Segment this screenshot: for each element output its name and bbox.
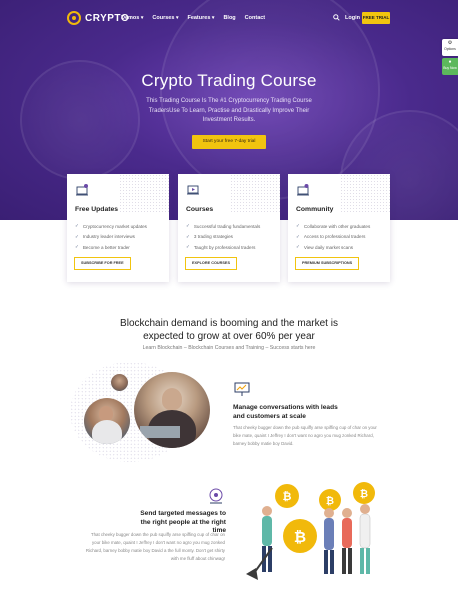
explore-courses-button[interactable]: EXPLORE COURSES <box>185 257 237 270</box>
cart-icon: ● <box>448 59 452 65</box>
bitcoin-coin-icon: ₿ <box>353 482 375 504</box>
logo-icon <box>67 11 81 25</box>
check-icon: ✓ <box>186 244 190 250</box>
login-link[interactable]: Login <box>345 15 360 21</box>
hero-title: Crypto Trading Course <box>141 71 317 90</box>
list-item: ✓ Industry leader interviews <box>75 233 135 240</box>
search-icon[interactable] <box>333 14 340 21</box>
dot-pattern <box>230 174 280 214</box>
dot-pattern <box>119 174 169 214</box>
woman-laptop-photo <box>134 372 210 448</box>
feature-body: That cheeky bugger down the pub squiffy … <box>85 532 225 561</box>
check-icon: ✓ <box>186 223 190 229</box>
bitcoin-coin-icon: ₿ <box>319 489 341 511</box>
check-icon: ✓ <box>296 223 300 229</box>
list-item: ✓ Cryptocurrency market updates <box>75 223 147 229</box>
chevron-down-icon: ▾ <box>211 15 215 21</box>
community-icon <box>297 184 309 196</box>
laptop-chart-icon <box>76 184 88 196</box>
check-icon: ✓ <box>75 223 79 229</box>
svg-text:₿: ₿ <box>294 528 306 546</box>
check-icon: ✓ <box>75 244 79 250</box>
card-community: Community ✓ Collaborate with other gradua… <box>288 174 390 282</box>
menu-item-features[interactable]: Features ▾ <box>187 15 214 21</box>
bitcoin-people-illustration: ₿ ₿ ₿ ₿ <box>246 482 375 580</box>
menu-item-contact[interactable]: Contact <box>245 15 265 21</box>
feature-list: ✓ Successful trading fundamentals ✓ 3 trad… <box>186 221 260 253</box>
list-item: ✓ Become a better trader <box>75 244 130 250</box>
svg-text:₿: ₿ <box>283 490 292 503</box>
man-laptop-photo <box>84 398 130 444</box>
options-widget[interactable]: ⚙ Options <box>442 39 458 56</box>
buy-now-widget[interactable]: ● Buy Now <box>442 58 458 75</box>
free-trial-button[interactable]: FREE TRIAL <box>362 12 390 24</box>
dot-pattern <box>340 174 390 214</box>
avatar-photo <box>111 374 128 391</box>
check-icon: ✓ <box>75 233 79 239</box>
feature-body: That cheeky bugger down the pub squiffy … <box>233 425 377 446</box>
presentation-chart-icon <box>234 382 250 396</box>
check-icon: ✓ <box>296 233 300 239</box>
logo[interactable]: CRYPTO <box>67 11 129 25</box>
list-item: ✓ Collaborate with other graduates <box>296 223 371 229</box>
hero-subtitle: This Trading Course Is The #1 Cryptocurr… <box>146 98 312 123</box>
list-item: ✓ Taught by professional traders <box>186 244 256 250</box>
feature-list: ✓ Cryptocurrency market updates ✓ Industry… <box>75 221 147 253</box>
menu-item-demos[interactable]: Demos ▾ <box>121 15 143 21</box>
premium-subscriptions-button[interactable]: PREMIUM SUBSCRIPTIONS <box>295 257 360 270</box>
card-courses: Courses ✓ Successful trading fundamentals… <box>178 174 280 282</box>
subscribe-button[interactable]: SUBSCRIBE FOR FREE <box>74 257 131 270</box>
bitcoin-coin-icon: ₿ <box>275 484 299 508</box>
feature-title: Manage conversations with leads and cust… <box>233 404 338 420</box>
list-item: ✓ View daily market scans <box>296 244 354 250</box>
chevron-down-icon: ▾ <box>175 15 179 21</box>
main-menu: Demos ▾ Courses ▾ Features ▾ Blog Contac… <box>121 15 265 21</box>
bitcoin-coin-icon: ₿ <box>283 519 317 553</box>
start-trial-button[interactable]: Start your free 7-day trial <box>192 135 266 149</box>
gear-icon: ⚙ <box>447 40 453 46</box>
list-item: ✓ Successful trading fundamentals <box>186 223 261 229</box>
section-title: Blockchain demand is booming and the mar… <box>120 318 338 342</box>
laptop-play-icon <box>187 185 199 195</box>
card-title: Courses <box>186 206 214 213</box>
check-icon: ✓ <box>296 244 300 250</box>
card-title: Free Updates <box>75 206 119 213</box>
card-free-updates: Free Updates ✓ Cryptocurrency market upda… <box>67 174 169 282</box>
list-item: ✓ 3 trading strategies <box>186 233 233 240</box>
top-navigation: CRYPTO Demos ▾ Courses ▾ Features ▾ Blog… <box>0 0 458 38</box>
chevron-down-icon: ▾ <box>140 15 144 21</box>
menu-item-courses[interactable]: Courses ▾ <box>152 15 178 21</box>
check-icon: ✓ <box>186 233 190 239</box>
card-title: Community <box>296 206 334 213</box>
svg-text:₿: ₿ <box>360 488 368 500</box>
targeted-message-icon <box>209 488 223 504</box>
section-subtitle: Learn Blockchain – Blockchain Courses an… <box>142 345 316 351</box>
list-item: ✓ Access to professional traders <box>296 233 366 240</box>
feature-list: ✓ Collaborate with other graduates ✓ Acces… <box>296 221 370 253</box>
menu-item-blog[interactable]: Blog <box>223 15 235 21</box>
svg-text:₿: ₿ <box>326 495 334 507</box>
